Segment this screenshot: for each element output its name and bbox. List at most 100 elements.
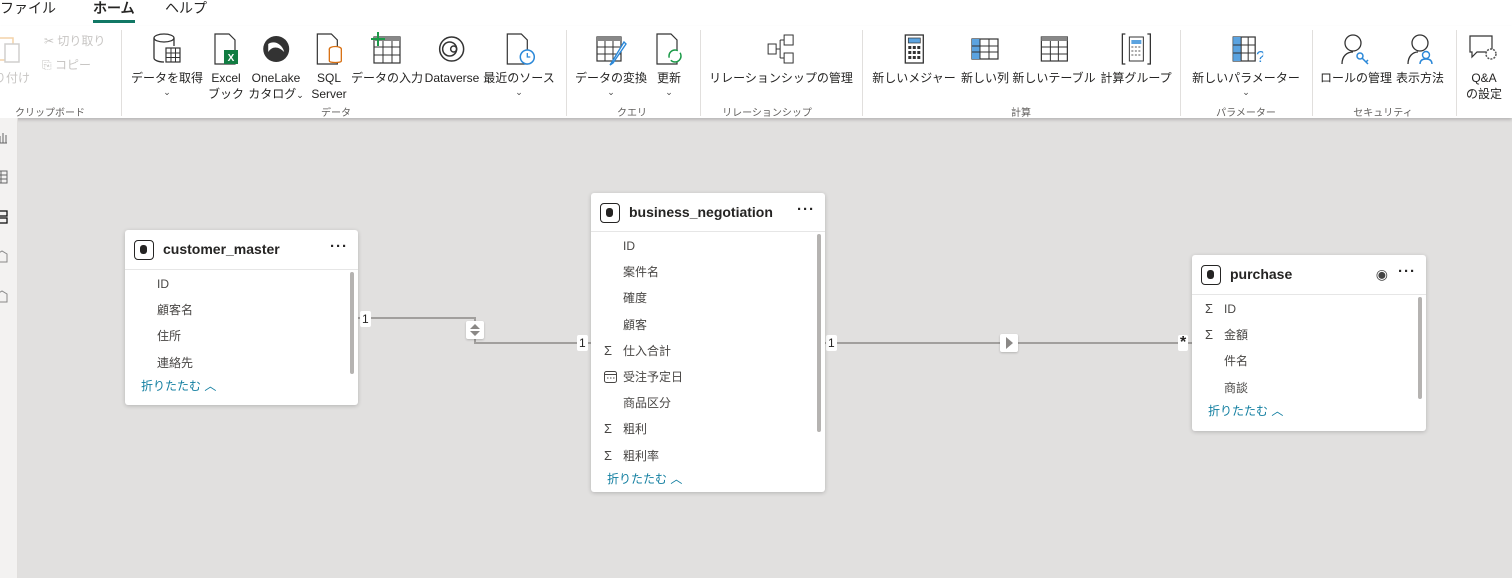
more-options-icon[interactable]: ··· [797, 201, 815, 218]
field-item[interactable]: 連絡先 [125, 350, 358, 376]
enter-data-label: データの入力 [350, 71, 424, 85]
model-view-icon[interactable] [0, 210, 8, 224]
field-item[interactable]: 件名 [1192, 348, 1426, 374]
field-name: 顧客名 [157, 303, 194, 318]
manage-roles-label: ロールの管理 [1319, 71, 1393, 85]
field-item[interactable]: Σ 金額 [1192, 322, 1426, 348]
field-item[interactable]: 受注予定日 [591, 364, 825, 390]
group-label-security: セキュリティ [1353, 108, 1413, 119]
excel-label: Excel [211, 71, 241, 85]
field-item[interactable]: 顧客名 [125, 297, 358, 323]
relationship-line[interactable] [474, 342, 591, 344]
field-item[interactable]: ID [125, 271, 358, 297]
single-filter-arrow-icon[interactable] [1000, 334, 1018, 352]
collapse-link[interactable]: 折りたたむ ︿ [591, 469, 825, 489]
qa-setup-button[interactable]: Q&A の設定 [1466, 32, 1502, 102]
field-item[interactable]: ID [591, 233, 825, 259]
menu-bar: ファイル ホーム ヘルプ [0, 0, 1512, 26]
hidden-visibility-eye-icon[interactable]: ◉ [1376, 266, 1388, 283]
transform-data-button[interactable]: データの変換 ⌄ [575, 32, 647, 98]
field-name: 確度 [623, 291, 648, 306]
chevron-down-icon: ⌄ [296, 90, 304, 100]
dax-query-view-icon[interactable] [0, 250, 8, 264]
field-item[interactable]: 顧客 [591, 312, 825, 338]
field-item[interactable]: 住所 [125, 323, 358, 349]
calculation-group-button[interactable]: 計算グループ [1100, 32, 1172, 86]
refresh-button[interactable]: 更新 ⌄ [652, 32, 686, 98]
tab-help[interactable]: ヘルプ [165, 0, 207, 16]
get-data-label: データを取得 [130, 71, 204, 85]
onelake-label: OneLake [251, 71, 301, 85]
chevron-down-icon: ⌄ [1242, 87, 1250, 97]
field-name: ID [157, 277, 169, 291]
field-item[interactable]: Σ 粗利 [591, 416, 825, 442]
new-table-button[interactable]: 新しいテーブル [1012, 32, 1096, 86]
more-options-icon[interactable]: ··· [330, 238, 348, 255]
new-column-icon [971, 38, 999, 60]
recent-sources-button[interactable]: 最近のソース ⌄ [483, 32, 555, 98]
collapse-link[interactable]: 折りたたむ ︿ [1192, 401, 1426, 421]
collapse-link[interactable]: 折りたたむ ︿ [125, 376, 358, 396]
excel-workbook-button[interactable]: X Excel ブック [208, 32, 244, 102]
view-as-button[interactable]: 表示方法 [1396, 32, 1444, 86]
field-name: 粗利 [623, 422, 648, 437]
svg-text:X: X [228, 53, 235, 64]
new-measure-button[interactable]: 新しいメジャー [872, 32, 956, 86]
manage-relationships-icon [767, 34, 794, 64]
table-view-icon[interactable] [0, 170, 8, 184]
paste-button[interactable]: り付け [0, 32, 30, 86]
manage-relationships-label: リレーションシップの管理 [709, 71, 853, 85]
bidirectional-filter-icon[interactable] [466, 321, 484, 339]
divider [862, 30, 863, 116]
table-icon [600, 203, 620, 223]
manage-relationships-button[interactable]: リレーションシップの管理 [709, 32, 853, 86]
table-card-purchase[interactable]: purchase ◉ ··· Σ ID Σ 金額 件名 商談 折りたたむ ︿ [1192, 255, 1426, 431]
get-data-button[interactable]: データを取得 ⌄ [131, 32, 203, 98]
dataverse-label: Dataverse [424, 71, 480, 85]
field-item[interactable]: 商品区分 [591, 390, 825, 416]
dataverse-button[interactable]: Dataverse [424, 32, 480, 86]
new-column-button[interactable]: 新しい列 [961, 32, 1009, 86]
table-title: purchase [1230, 266, 1293, 282]
paste-label: り付け [0, 71, 31, 85]
field-item[interactable]: 確度 [591, 285, 825, 311]
divider [1312, 30, 1313, 116]
field-item[interactable]: Σ 粗利率 [591, 443, 825, 469]
tab-home[interactable]: ホーム [93, 0, 135, 23]
field-name: 金額 [1224, 328, 1249, 343]
field-name: 件名 [1224, 354, 1249, 369]
cut-button[interactable]: ✂ 切り取り [44, 32, 105, 49]
relationship-line[interactable] [358, 317, 476, 319]
report-view-icon[interactable] [0, 130, 8, 144]
table-header[interactable]: purchase ◉ ··· [1192, 255, 1426, 295]
ribbon: り付け ✂ 切り取り ⎘ コピー クリップボード データを取得 ⌄ X Exce… [0, 26, 1512, 119]
table-card-customer-master[interactable]: customer_master ··· ID 顧客名 住所 連絡先 折りたたむ … [125, 230, 358, 405]
onelake-catalog-button[interactable]: OneLake カタログ⌄ [248, 32, 304, 103]
field-item[interactable]: 案件名 [591, 259, 825, 285]
chevron-down-icon: ⌄ [665, 87, 673, 97]
field-item[interactable]: 商談 [1192, 375, 1426, 401]
database-table-icon [153, 33, 181, 63]
manage-roles-button[interactable]: ロールの管理 [1320, 32, 1392, 86]
field-name: 案件名 [623, 265, 660, 280]
table-icon [1201, 265, 1221, 285]
calculation-group-icon [1121, 33, 1151, 65]
copy-icon: ⎘ [42, 58, 55, 72]
enter-data-button[interactable]: データの入力 [351, 32, 423, 86]
more-options-icon[interactable]: ··· [1398, 263, 1416, 280]
svg-text:?: ? [1256, 49, 1263, 66]
table-header[interactable]: customer_master ··· [125, 230, 358, 270]
field-item[interactable]: Σ 仕入合計 [591, 338, 825, 364]
new-parameter-button[interactable]: ? 新しいパラメーター ⌄ [1192, 32, 1300, 98]
table-header[interactable]: business_negotiation ··· [591, 193, 825, 232]
tab-file[interactable]: ファイル [0, 0, 56, 16]
field-list: ID 顧客名 住所 連絡先 折りたたむ ︿ [125, 270, 358, 396]
excel-icon: X [214, 33, 238, 65]
table-card-business-negotiation[interactable]: business_negotiation ··· ID 案件名 確度 顧客 Σ仕… [591, 193, 825, 492]
copy-button[interactable]: ⎘ コピー [42, 56, 91, 73]
sql-server-button[interactable]: SQL Server [311, 32, 347, 102]
tmdl-view-icon[interactable] [0, 290, 8, 304]
field-item[interactable]: Σ ID [1192, 296, 1426, 322]
sql-label-2: Server [311, 87, 347, 101]
calculator-icon [904, 34, 924, 64]
